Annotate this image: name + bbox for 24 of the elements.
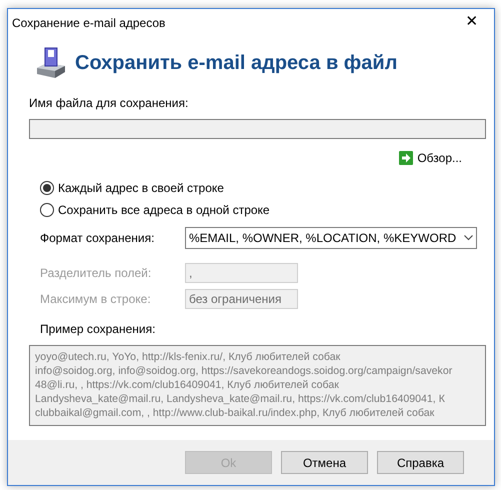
chevron-down-icon — [464, 235, 473, 241]
radio-label[interactable]: Сохранить все адреса в одной строке — [58, 201, 270, 219]
field-label: Максимум в строке: — [40, 291, 152, 308]
close-button[interactable]: ✕ — [450, 9, 494, 36]
sample-line: 48@li.ru, , https://vk.com/club16409041, Клуб любителей собак — [35, 378, 340, 392]
dialog-button[interactable]: Отмена — [281, 451, 368, 474]
field-label: Разделитель полей: — [40, 265, 152, 282]
field-label: Формат сохранения: — [40, 230, 156, 247]
sample-line: yoyo@utech.ru, YoYo, http://kls-fenix.ru/, Клуб любителей собак — [35, 350, 342, 364]
field-label: Имя файла для сохранения: — [29, 95, 190, 112]
sample-line: clubbaikal@gmail.com, , http://www.club-baikal.ru/index.php, Клуб любителей собак — [35, 406, 436, 420]
sample-line: info@soidog.org, info@soidog.org, https://savekoreandogs.soidog.org/campaign/savekor — [35, 364, 454, 378]
sample-line: Landysheva_kate@mail.ru, Landysheva_kate@mail.ru, https://vk.com/club16409041, К — [35, 392, 446, 406]
browse-link[interactable]: Обзор... — [399, 149, 462, 167]
dialog-button[interactable]: Справка — [377, 451, 464, 474]
radio-button[interactable] — [40, 203, 54, 217]
arrow-icon — [399, 151, 414, 165]
format-dropdown[interactable]: %EMAIL, %OWNER, %LOCATION, %KEYWORD — [185, 227, 477, 249]
window-title: Сохранение e-mail адресов — [12, 14, 166, 32]
field-label: Пример сохранения: — [40, 321, 156, 338]
dialog-heading: Сохранить e-mail адреса в файл — [75, 51, 398, 76]
filename-field[interactable] — [29, 119, 486, 139]
radio-label[interactable]: Каждый адрес в своей строке — [58, 179, 224, 197]
radio-button[interactable] — [40, 181, 54, 195]
